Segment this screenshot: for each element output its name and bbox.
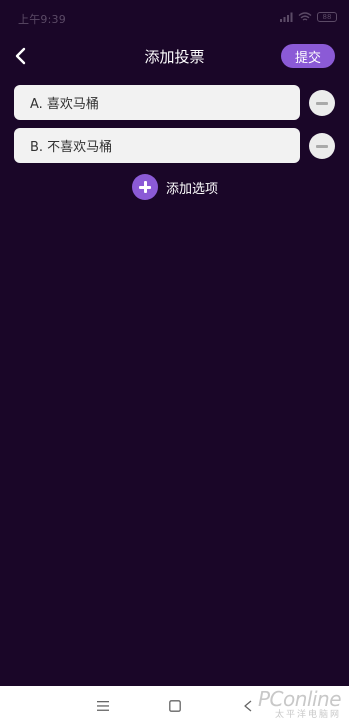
submit-button[interactable]: 提交 — [281, 44, 335, 68]
watermark: PConline 太平洋电脑网 — [257, 687, 342, 721]
option-field-a[interactable]: A. 喜欢马桶 — [14, 85, 300, 120]
menu-button[interactable] — [95, 698, 111, 714]
minus-icon — [316, 144, 328, 148]
plus-icon — [132, 174, 158, 200]
status-bar: 上午9:39 88 — [0, 0, 349, 34]
watermark-sub: 太平洋电脑网 — [274, 710, 341, 720]
nav-bar: 添加投票 提交 — [0, 38, 349, 76]
watermark-main: PConline — [257, 687, 342, 711]
remove-option-b-button[interactable] — [309, 133, 335, 159]
status-icons: 88 — [280, 12, 337, 22]
square-icon — [169, 700, 181, 712]
add-option-button[interactable]: 添加选项 — [132, 174, 218, 200]
battery-icon: 88 — [317, 12, 337, 22]
status-time: 上午9:39 — [18, 13, 66, 26]
option-field-b[interactable]: B. 不喜欢马桶 — [14, 128, 300, 163]
remove-option-a-button[interactable] — [309, 90, 335, 116]
system-back-button[interactable] — [240, 698, 256, 714]
option-row-a: A. 喜欢马桶 — [14, 85, 335, 120]
signal-icon — [280, 12, 293, 22]
option-row-b: B. 不喜欢马桶 — [14, 128, 335, 163]
menu-icon — [97, 701, 109, 711]
wifi-icon — [298, 12, 312, 21]
minus-icon — [316, 101, 328, 105]
home-button[interactable] — [167, 698, 183, 714]
system-nav-bar: PConline 太平洋电脑网 — [0, 686, 349, 726]
add-option-label: 添加选项 — [166, 181, 219, 197]
triangle-back-icon — [244, 700, 252, 712]
